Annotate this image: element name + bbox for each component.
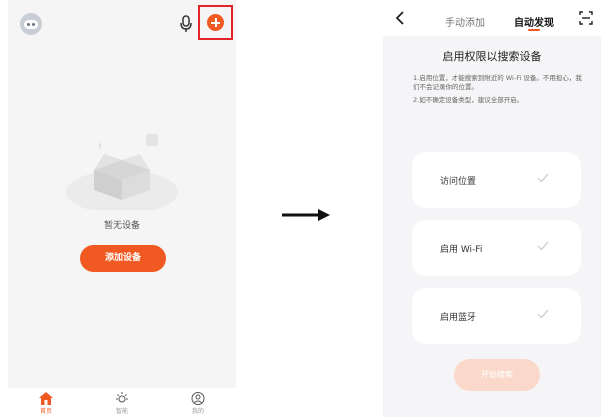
start-search-button[interactable]: 开始搜索 <box>454 359 540 391</box>
back-icon[interactable] <box>395 11 405 25</box>
scan-icon[interactable] <box>579 11 593 25</box>
permission-label: 访问位置 <box>440 177 477 187</box>
home-icon <box>39 392 53 405</box>
arrow-right-icon <box>282 209 330 221</box>
add-button-highlight <box>198 5 233 40</box>
permission-label: 启用蓝牙 <box>440 313 477 323</box>
permission-card-bluetooth[interactable]: 启用蓝牙 <box>412 288 581 344</box>
permission-title: 启用权限以搜索设备 <box>442 50 542 63</box>
mic-icon[interactable] <box>180 15 192 33</box>
user-icon <box>191 392 205 405</box>
tab-home-label: 首页 <box>39 408 52 415</box>
permission-description: 1.启用位置，才能搜索到附近的 Wi-Fi 设备。不用担心，我们不会记录你的位置… <box>413 74 588 109</box>
tab-me[interactable]: 我的 <box>178 392 218 415</box>
top-bar: 手动添加 自动发现 <box>383 0 601 36</box>
tab-me-label: 我的 <box>191 408 204 415</box>
check-icon <box>537 241 549 251</box>
permission-card-location[interactable]: 访问位置 <box>412 152 581 208</box>
bottom-tabbar: 首页 智能 我的 <box>8 388 236 417</box>
permission-card-wifi[interactable]: 启用 Wi-Fi <box>412 220 581 276</box>
tab-auto-discover[interactable]: 自动发现 <box>514 14 554 29</box>
home-screen: 暂无设备 添加设备 首页 智能 我的 <box>8 0 236 417</box>
add-device-button[interactable]: 添加设备 <box>80 245 166 272</box>
avatar-icon[interactable] <box>20 13 42 35</box>
tab-manual-add[interactable]: 手动添加 <box>445 14 485 29</box>
tab-home[interactable]: 首页 <box>26 392 66 415</box>
box-icon <box>66 134 178 210</box>
permission-desc-1: 1.启用位置，才能搜索到附近的 Wi-Fi 设备。不用担心，我们不会记录你的位置… <box>413 74 582 91</box>
sun-icon <box>116 392 128 403</box>
check-icon <box>537 173 549 183</box>
permission-desc-2: 2.如不确定设备类型，建议全部开启。 <box>413 96 524 104</box>
tab-smart[interactable]: 智能 <box>102 392 142 415</box>
add-icon[interactable] <box>207 14 224 31</box>
empty-state-text: 暂无设备 <box>103 221 140 231</box>
check-icon <box>537 309 549 319</box>
permission-label: 启用 Wi-Fi <box>440 245 483 255</box>
add-device-screen: 手动添加 自动发现 启用权限以搜索设备 1.启用位置，才能搜索到附近的 Wi-F… <box>383 0 601 417</box>
tab-active-indicator <box>528 29 540 31</box>
tab-smart-label: 智能 <box>115 408 128 415</box>
